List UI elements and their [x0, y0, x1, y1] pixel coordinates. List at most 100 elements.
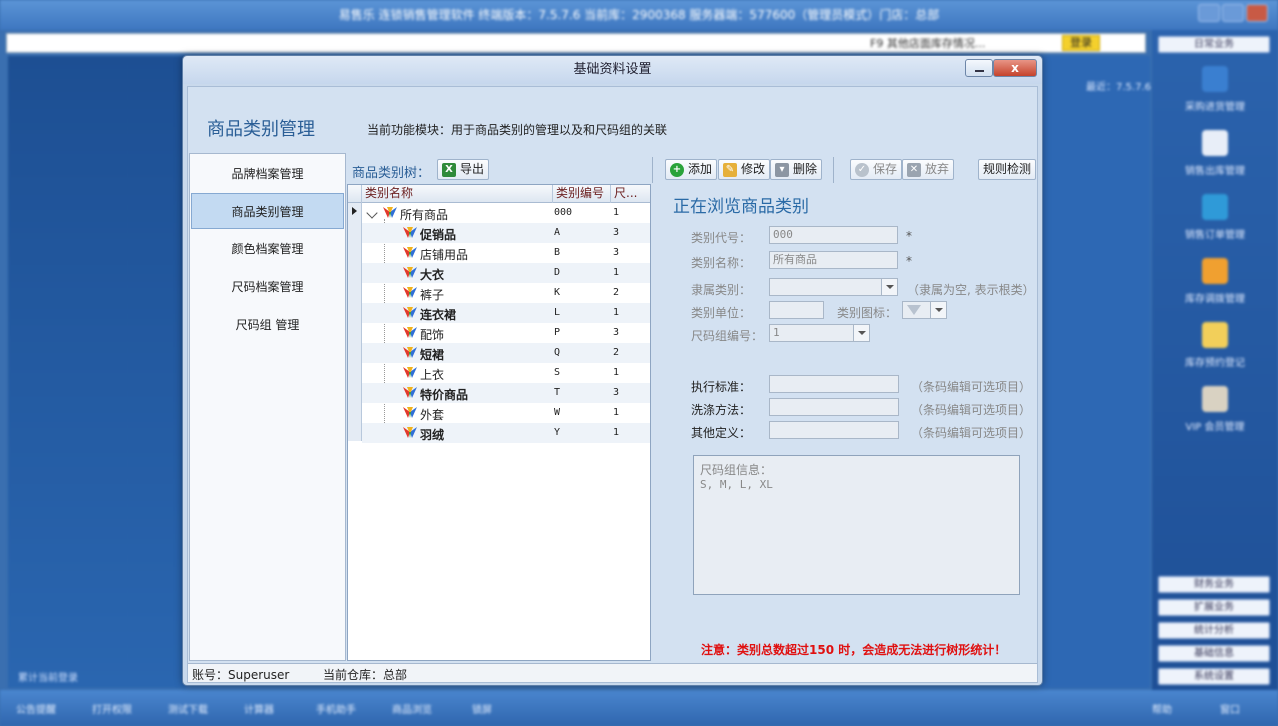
tree-row[interactable]: 大衣 D 1 [362, 263, 650, 283]
grid-header-indicator [348, 185, 362, 203]
nav-color[interactable]: 颜色档案管理 [191, 231, 344, 267]
excel-icon: X [442, 163, 456, 177]
category-name: 连衣裙 [420, 308, 457, 322]
standard-field[interactable] [769, 375, 899, 393]
category-size: 3 [613, 247, 620, 258]
chevron-down-icon [930, 302, 946, 318]
name-field[interactable]: 所有商品 [769, 251, 898, 269]
chevron-down-icon[interactable] [366, 207, 378, 219]
basic-info-button[interactable]: 基础信息 [1158, 645, 1270, 662]
nav-size[interactable]: 尺码档案管理 [191, 269, 344, 305]
tree-row[interactable]: 促销品 A 3 [362, 223, 650, 243]
code-field[interactable]: 000 [769, 226, 898, 244]
dialog-close-button[interactable]: x [993, 59, 1037, 77]
extension-button[interactable]: 扩展业务 [1158, 599, 1270, 616]
header-size[interactable]: 尺... [611, 185, 650, 203]
export-button[interactable]: X 导出 [437, 159, 490, 180]
taskbar-window[interactable]: 窗口 [1220, 701, 1240, 716]
tree-row[interactable]: 连衣裙 L 1 [362, 303, 650, 323]
category-size: 1 [613, 407, 620, 418]
parent-select[interactable] [769, 278, 898, 296]
nav-brand[interactable]: 品牌档案管理 [191, 156, 344, 192]
taskbar-download[interactable]: 测试下载 [168, 701, 208, 716]
tree-row[interactable]: 特价商品 T 3 [362, 383, 650, 403]
other-label: 其他定义： [691, 426, 752, 440]
vip-module[interactable]: VIP 会员管理 [1160, 386, 1270, 433]
sizegroup-info-box[interactable]: 尺码组信息： S, M, L, XL [693, 455, 1020, 595]
sales-out-module[interactable]: 销售出库管理 [1160, 130, 1270, 177]
purchase-icon [1202, 66, 1228, 92]
edit-button[interactable]: ✎ 修改 [718, 159, 771, 180]
nav-category[interactable]: 商品类别管理 [191, 193, 344, 229]
box-icon [1202, 194, 1228, 220]
main-maximize-button[interactable] [1222, 4, 1244, 22]
unit-field[interactable] [769, 301, 824, 319]
add-button[interactable]: + 添加 [665, 159, 718, 180]
statistics-button[interactable]: 统计分析 [1158, 622, 1270, 639]
sizegroup-select[interactable]: 1 [769, 324, 870, 342]
taskbar-mobile[interactable]: 手机助手 [316, 701, 356, 716]
system-settings-button[interactable]: 系统设置 [1158, 668, 1270, 685]
header-category-name[interactable]: 类别名称 [362, 185, 553, 203]
other-field[interactable] [769, 421, 899, 439]
taskbar-help[interactable]: 帮助 [1152, 701, 1172, 716]
category-code: Q [554, 347, 561, 358]
category-leaf-icon [402, 266, 417, 279]
trash-icon: ▾ [775, 163, 789, 177]
taskbar-calculator[interactable]: 计算器 [244, 701, 274, 716]
taskbar-browse[interactable]: 商品浏览 [392, 701, 432, 716]
nav-size-group[interactable]: 尺码组 管理 [191, 307, 344, 343]
category-code: D [554, 267, 561, 278]
login-button[interactable]: 登录 [1062, 35, 1100, 51]
dialog-title: 基础资料设置 [183, 56, 1042, 84]
form-title: 正在浏览商品类别 [673, 197, 809, 217]
category-size: 3 [613, 227, 620, 238]
purchase-module[interactable]: 采购进货管理 [1160, 66, 1270, 113]
discard-button[interactable]: ✕ 放弃 [902, 159, 955, 180]
tree-row[interactable]: 羽绒 Y 1 [362, 423, 650, 443]
tree-row[interactable]: 短裙 Q 2 [362, 343, 650, 363]
category-leaf-icon [402, 326, 417, 339]
grid-header: 类别名称 类别编号 尺... [348, 185, 650, 203]
category-code: 000 [554, 207, 573, 218]
stock-lookup-hint[interactable]: F9 其他店面库存情况... [870, 35, 985, 51]
tree-row[interactable]: 配饰 P 3 [362, 323, 650, 343]
stock-reserve-module[interactable]: 库存预约登记 [1160, 322, 1270, 369]
icon-select[interactable] [902, 301, 947, 319]
taskbar-lock[interactable]: 锁屏 [472, 701, 492, 716]
tree-row[interactable]: 店铺用品 B 3 [362, 243, 650, 263]
main-center-panel [1040, 56, 1150, 688]
rule-check-button[interactable]: 规则检测 [978, 159, 1037, 180]
taskbar-permission[interactable]: 打开权限 [92, 701, 132, 716]
sales-order-module[interactable]: 销售订单管理 [1160, 194, 1270, 241]
save-button[interactable]: ✓ 保存 [850, 159, 903, 180]
main-window-title: 易售乐 连锁销售管理软件 终端版本：7.5.7.6 当前库：2900368 服务… [0, 0, 1278, 30]
daily-business-button[interactable]: 日常业务 [1158, 36, 1270, 53]
stock-transfer-module[interactable]: 库存调拨管理 [1160, 258, 1270, 305]
finance-button[interactable]: 财务业务 [1158, 576, 1270, 593]
category-name: 羽绒 [420, 428, 445, 442]
main-minimize-button[interactable] [1198, 4, 1220, 22]
tree-row-root[interactable]: 所有商品 000 1 [362, 203, 650, 223]
unit-label: 类别单位： [691, 306, 752, 320]
dialog-minimize-button[interactable] [965, 59, 993, 77]
toolbar-separator [652, 157, 653, 183]
category-size: 2 [613, 347, 620, 358]
header-category-code[interactable]: 类别编号 [553, 185, 611, 203]
wash-field[interactable] [769, 398, 899, 416]
row-indicator-column [348, 203, 362, 441]
category-leaf-icon [382, 206, 397, 219]
tree-row[interactable]: 上衣 S 1 [362, 363, 650, 383]
tree-row[interactable]: 外套 W 1 [362, 403, 650, 423]
main-close-button[interactable] [1246, 4, 1268, 22]
chevron-down-icon [881, 279, 897, 295]
main-right-panel: 日常业务 采购进货管理 销售出库管理 销售订单管理 库存调拨管理 库存预约登记 … [1152, 30, 1278, 690]
check-icon: ✓ [855, 163, 869, 177]
tree-row[interactable]: 裤子 K 2 [362, 283, 650, 303]
category-name: 所有商品 [400, 208, 449, 222]
category-limit-warning: 注意：类别总数超过150 时，会造成无法进行树形统计！ [701, 643, 1007, 657]
delete-button[interactable]: ▾ 删除 [770, 159, 823, 180]
category-size: 1 [613, 307, 620, 318]
standard-hint: （条码编辑可选项目） [911, 380, 1032, 394]
taskbar-notice[interactable]: 公告提醒 [16, 701, 56, 716]
